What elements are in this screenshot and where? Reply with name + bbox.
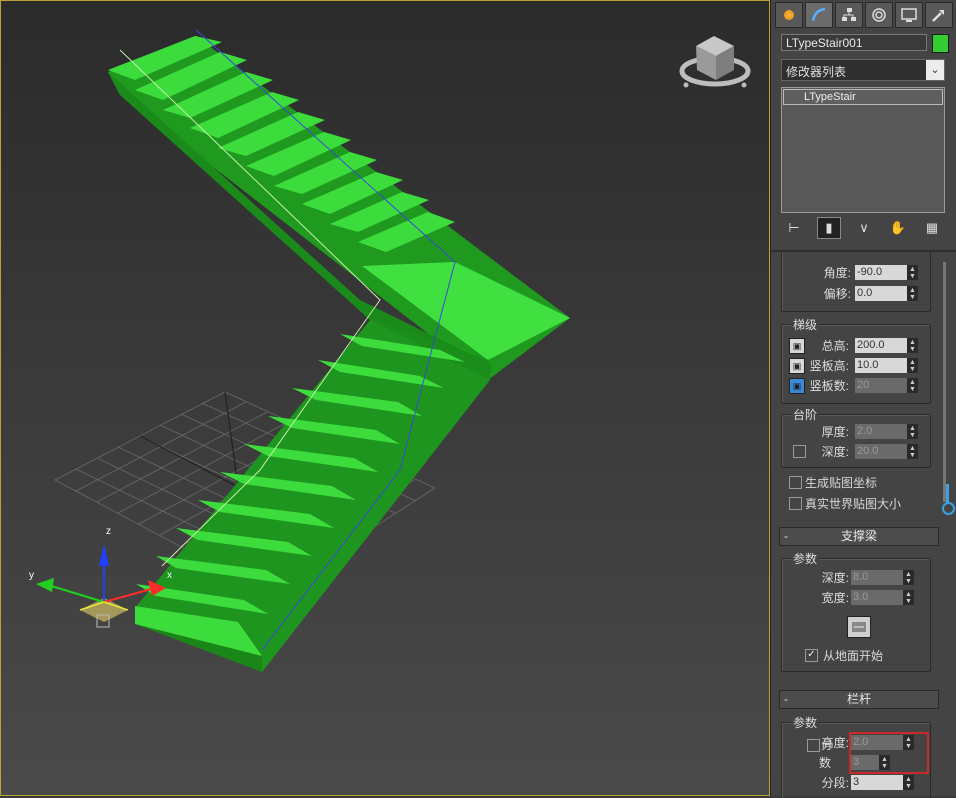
carriage-depth-label: 深度:: [821, 570, 849, 585]
display-icon[interactable]: [895, 2, 923, 28]
carriage-depth-spinner[interactable]: 8.0 ▲ ▼: [851, 570, 914, 585]
angle-spinner[interactable]: -90.0 ▲ ▼: [855, 265, 918, 280]
angle-label: 角度:: [823, 265, 851, 280]
offset-value[interactable]: 0.0: [855, 286, 907, 301]
highlight-box: [849, 732, 929, 774]
object-color-swatch[interactable]: [932, 34, 949, 53]
make-unique-icon[interactable]: ∨: [853, 218, 875, 238]
riser-ct-spinner[interactable]: 20 ▲ ▼: [855, 378, 918, 393]
angle-value[interactable]: -90.0: [855, 265, 907, 280]
offset-spinner[interactable]: 0.0 ▲ ▼: [855, 286, 918, 301]
overall-label: 总高:: [821, 338, 849, 353]
carriage-params-title: 参数: [791, 550, 820, 567]
thickness-spinner[interactable]: 2.0 ▲ ▼: [855, 424, 918, 439]
axis-label-x: x: [167, 570, 172, 581]
parameters-rollouts: 角度: -90.0 ▲ ▼ 偏移: 0.0 ▲ ▼ 梯级 ▣ 总高: 200.0 ▲ ▼ ▣…: [771, 250, 956, 798]
real-world-label: 真实世界贴图大小: [805, 497, 902, 511]
modifier-list-dropdown[interactable]: 修改器列表 ⌄: [781, 59, 945, 81]
railing-params-title: 参数: [791, 714, 820, 731]
riser-ht-spinner[interactable]: 10.0 ▲ ▼: [855, 358, 918, 373]
depth-value[interactable]: 20.0: [855, 444, 907, 459]
depth-label: 深度:: [821, 444, 849, 459]
riser-ht-label: 竖板高:: [809, 358, 849, 373]
railing-rollout-title: 栏杆: [846, 692, 871, 706]
stair-scene[interactable]: z x y: [0, 0, 770, 796]
configure-sets-icon[interactable]: ▦: [921, 218, 943, 238]
perspective-viewport[interactable]: z x y: [0, 0, 770, 796]
modifier-stack[interactable]: LTypeStair: [781, 87, 945, 213]
railing-segments-label: 数: [818, 755, 831, 770]
motion-icon[interactable]: [865, 2, 893, 28]
steps-title: 梯级: [791, 316, 820, 333]
create-icon[interactable]: [775, 2, 803, 28]
carriage-width-spinner[interactable]: 3.0 ▲ ▼: [851, 590, 914, 605]
chevron-down-icon[interactable]: ⌄: [926, 60, 944, 80]
remove-modifier-icon[interactable]: ✋: [887, 218, 909, 238]
gen-mapping-checkbox[interactable]: [789, 476, 802, 489]
pin-riser-ct-icon[interactable]: ▣: [789, 378, 805, 394]
pin-overall-icon[interactable]: ▣: [789, 338, 805, 354]
railing-seg-label: 分段:: [821, 775, 849, 790]
railing-checkbox[interactable]: [807, 739, 820, 752]
show-end-result-icon[interactable]: ▮: [817, 217, 841, 239]
from-floor-checkbox[interactable]: ✓: [805, 649, 818, 662]
carriage-rollout-title: 支撑梁: [840, 529, 877, 543]
riser-ht-value[interactable]: 10.0: [855, 358, 907, 373]
axis-label-y: y: [29, 570, 34, 581]
hierarchy-icon[interactable]: [835, 2, 863, 28]
thickness-value[interactable]: 2.0: [855, 424, 907, 439]
pin-riser-ht-icon[interactable]: ▣: [789, 358, 805, 374]
railing-seg-value[interactable]: 3: [851, 775, 903, 790]
command-panel: LTypeStair001 修改器列表 ⌄ LTypeStair ⊢ ▮ ∨ ✋…: [770, 0, 956, 798]
offset-label: 偏移:: [823, 286, 851, 301]
modifier-stack-item[interactable]: LTypeStair: [783, 89, 943, 105]
modifier-list-label: 修改器列表: [786, 65, 847, 79]
riser-ct-label: 竖板数:: [809, 378, 849, 393]
modify-icon[interactable]: [805, 2, 833, 28]
real-world-checkbox[interactable]: [789, 497, 802, 510]
carriage-rollout-header[interactable]: - 支撑梁: [779, 527, 939, 546]
upper-flight[interactable]: [108, 36, 570, 380]
viewcube[interactable]: [679, 36, 751, 88]
railing-seg-spinner[interactable]: 3 ▲ ▼: [851, 775, 914, 790]
overall-spinner[interactable]: 200.0 ▲ ▼: [855, 338, 918, 353]
overall-value[interactable]: 200.0: [855, 338, 907, 353]
stairs-title: 台阶: [791, 406, 820, 423]
object-name-field[interactable]: LTypeStair001: [781, 34, 927, 51]
railing-rollout-header[interactable]: - 栏杆: [779, 690, 939, 709]
pin-stack-icon[interactable]: ⊢: [783, 218, 805, 238]
spring-settings-button[interactable]: [847, 616, 871, 638]
carriage-depth-value[interactable]: 8.0: [851, 570, 903, 585]
riser-ct-value[interactable]: 20: [855, 378, 907, 393]
utilities-icon[interactable]: [925, 2, 953, 28]
command-panel-tabs: [775, 2, 953, 28]
carriage-width-value[interactable]: 3.0: [851, 590, 903, 605]
lower-flight[interactable]: [135, 320, 490, 672]
from-floor-label: 从地面开始: [823, 649, 884, 663]
depth-spinner[interactable]: 20.0 ▲ ▼: [855, 444, 918, 459]
stack-toolbar: ⊢ ▮ ∨ ✋ ▦: [783, 216, 943, 240]
layout-group: [781, 252, 931, 312]
gen-mapping-label: 生成贴图坐标: [805, 476, 878, 490]
thickness-label: 厚度:: [821, 424, 849, 439]
axis-label-z: z: [106, 526, 111, 537]
carriage-width-label: 宽度:: [821, 590, 849, 605]
